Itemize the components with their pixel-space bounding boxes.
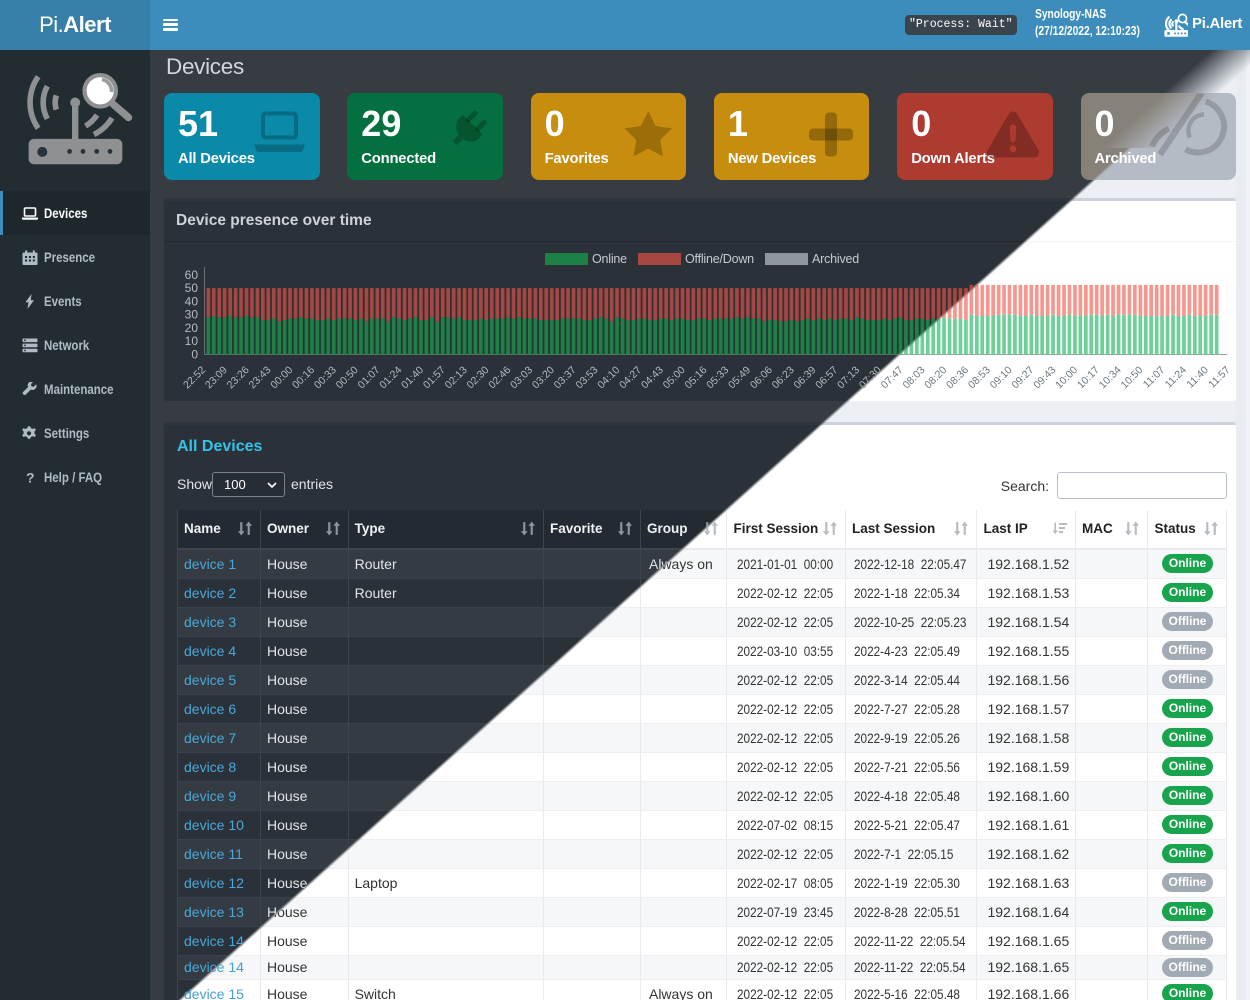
svg-text:?: ? (26, 470, 35, 485)
